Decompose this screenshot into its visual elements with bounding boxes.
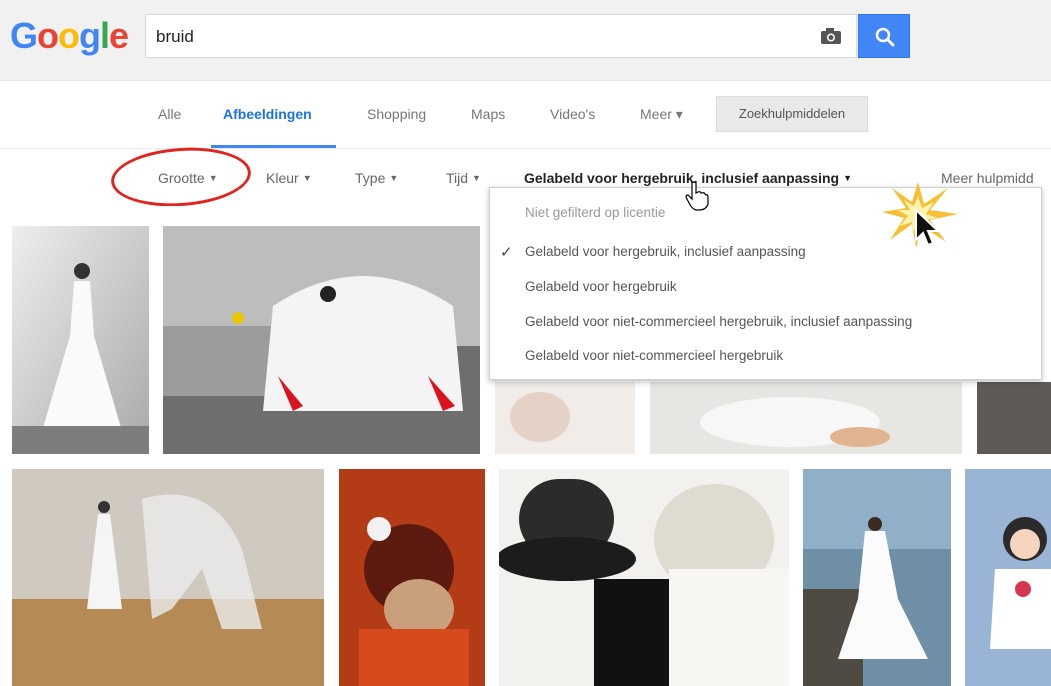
hand-cursor-icon: [685, 181, 709, 211]
filter-time[interactable]: Tijd ▼: [446, 170, 481, 186]
image-result[interactable]: [965, 469, 1051, 686]
image-result[interactable]: [163, 226, 480, 454]
search-tools-button[interactable]: Zoekhulpmiddelen: [716, 96, 868, 132]
camera-icon[interactable]: [820, 27, 842, 45]
filter-color-label: Kleur: [266, 170, 299, 186]
magnifier-icon: [875, 27, 895, 47]
image-result[interactable]: [650, 382, 962, 454]
tab-shopping[interactable]: Shopping: [367, 106, 426, 122]
tab-all[interactable]: Alle: [158, 106, 181, 122]
menu-item-not-filtered[interactable]: Niet gefilterd op licentie: [525, 205, 665, 220]
filter-type-label: Type: [355, 170, 386, 186]
image-result[interactable]: [339, 469, 485, 686]
menu-item-reuse[interactable]: Gelabeld voor hergebruik: [525, 279, 677, 294]
filter-usage-rights-label: Gelabeld voor hergebruik, inclusief aanp…: [524, 170, 840, 186]
image-result[interactable]: [803, 469, 951, 686]
image-result[interactable]: [499, 469, 789, 686]
tab-more[interactable]: Meer ▾: [640, 106, 683, 123]
menu-item-reuse-with-modification[interactable]: Gelabeld voor hergebruik, inclusief aanp…: [525, 244, 806, 259]
checkmark-icon: ✓: [500, 244, 513, 261]
arrow-cursor-icon: [915, 208, 941, 247]
menu-item-noncommercial-reuse-with-modification[interactable]: Gelabeld voor niet-commercieel hergebrui…: [525, 314, 912, 329]
chevron-down-icon: ▼: [843, 173, 853, 183]
search-box[interactable]: bruid: [145, 14, 857, 58]
tab-maps[interactable]: Maps: [471, 106, 505, 122]
chevron-down-icon: ▼: [389, 173, 399, 183]
chevron-down-icon: ▼: [472, 173, 481, 183]
image-result[interactable]: [12, 226, 149, 454]
image-result[interactable]: [12, 469, 324, 686]
tab-bar: Alle Afbeeldingen Shopping Maps Video's …: [0, 80, 1051, 149]
search-button[interactable]: [858, 14, 910, 58]
filter-type[interactable]: Type ▼: [355, 170, 398, 186]
google-logo[interactable]: Google: [10, 16, 129, 56]
tab-images[interactable]: Afbeeldingen: [223, 106, 312, 122]
image-result[interactable]: [977, 382, 1051, 454]
image-result[interactable]: [495, 382, 635, 454]
filter-color[interactable]: Kleur ▼: [266, 170, 312, 186]
filter-time-label: Tijd: [446, 170, 469, 186]
active-tab-indicator: [211, 145, 336, 148]
search-input[interactable]: bruid: [156, 27, 194, 47]
chevron-down-icon: ▼: [302, 173, 312, 183]
tab-videos[interactable]: Video's: [550, 106, 595, 122]
menu-item-noncommercial-reuse[interactable]: Gelabeld voor niet-commercieel hergebrui…: [525, 348, 783, 363]
